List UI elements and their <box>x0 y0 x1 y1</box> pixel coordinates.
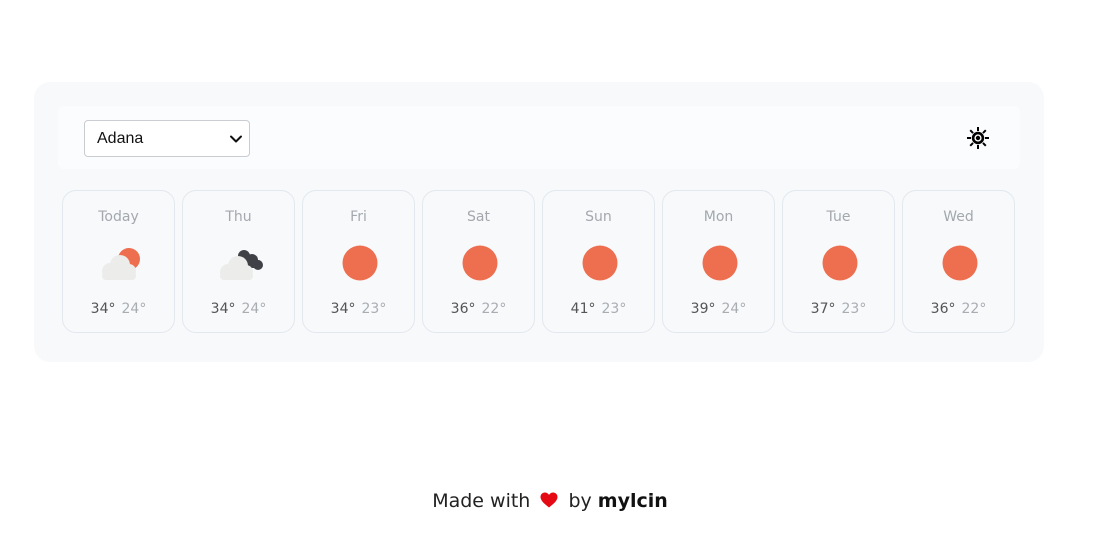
partly-cloudy-icon <box>102 248 140 280</box>
sun-icon <box>342 245 378 281</box>
temperature-range: 39° 24° <box>663 301 774 317</box>
temp-low: 23° <box>841 301 867 317</box>
sun-icon[interactable] <box>966 126 990 150</box>
sun-icon <box>942 245 978 281</box>
sun-icon <box>582 245 618 281</box>
temp-high: 34° <box>330 301 356 317</box>
forecast-day-card: Thu 34° 24° <box>182 190 295 333</box>
temp-low: 22° <box>481 301 507 317</box>
day-name: Thu <box>225 209 252 225</box>
city-select-value: Adana <box>97 129 144 147</box>
day-name: Mon <box>703 209 734 225</box>
temp-low: 23° <box>601 301 627 317</box>
day-name: Sun <box>585 209 612 225</box>
forecast-day-card: Fri 34° 23° <box>302 190 415 333</box>
temp-high: 36° <box>930 301 956 317</box>
sun-icon <box>702 245 738 281</box>
sun-icon <box>462 245 498 281</box>
chevron-down-icon <box>230 135 242 143</box>
sun-icon <box>822 245 858 281</box>
day-name: Tue <box>826 209 851 225</box>
temp-high: 39° <box>690 301 716 317</box>
weather-panel: Adana Today 34° 24° Thu 34° 24° Fri 34° 23° Sat 36… <box>34 82 1044 362</box>
temperature-range: 34° 24° <box>63 301 174 317</box>
forecast-day-card: Mon 39° 24° <box>662 190 775 333</box>
heart-icon <box>540 492 558 507</box>
forecast-day-card: Tue 37° 23° <box>782 190 895 333</box>
temp-low: 24° <box>721 301 747 317</box>
forecast-day-card: Sun 41° 23° <box>542 190 655 333</box>
temperature-range: 36° 22° <box>903 301 1014 317</box>
temp-low: 22° <box>961 301 987 317</box>
forecast-day-card: Today 34° 24° <box>62 190 175 333</box>
temp-high: 36° <box>450 301 476 317</box>
footer: Made with by mylcin <box>0 490 1100 512</box>
day-name: Fri <box>350 209 367 225</box>
footer-by: by <box>568 490 592 512</box>
temperature-range: 41° 23° <box>543 301 654 317</box>
temp-high: 37° <box>810 301 836 317</box>
temp-low: 24° <box>121 301 147 317</box>
cloudy-icon <box>220 250 263 280</box>
temp-high: 34° <box>90 301 116 317</box>
footer-prefix: Made with <box>432 490 531 512</box>
temp-high: 41° <box>570 301 596 317</box>
forecast-list: Today 34° 24° Thu 34° 24° Fri 34° 23° Sat 36° 22° Su… <box>62 190 1022 335</box>
city-select[interactable]: Adana <box>84 120 250 157</box>
day-name: Wed <box>943 209 974 225</box>
temp-low: 23° <box>361 301 387 317</box>
temperature-range: 34° 23° <box>303 301 414 317</box>
temperature-range: 34° 24° <box>183 301 294 317</box>
day-name: Sat <box>467 209 490 225</box>
temp-low: 24° <box>241 301 267 317</box>
author-link[interactable]: mylcin <box>598 490 668 512</box>
temp-high: 34° <box>210 301 236 317</box>
forecast-day-card: Sat 36° 22° <box>422 190 535 333</box>
day-name: Today <box>98 209 139 225</box>
temperature-range: 36° 22° <box>423 301 534 317</box>
forecast-day-card: Wed 36° 22° <box>902 190 1015 333</box>
top-bar: Adana <box>58 106 1020 169</box>
temperature-range: 37° 23° <box>783 301 894 317</box>
